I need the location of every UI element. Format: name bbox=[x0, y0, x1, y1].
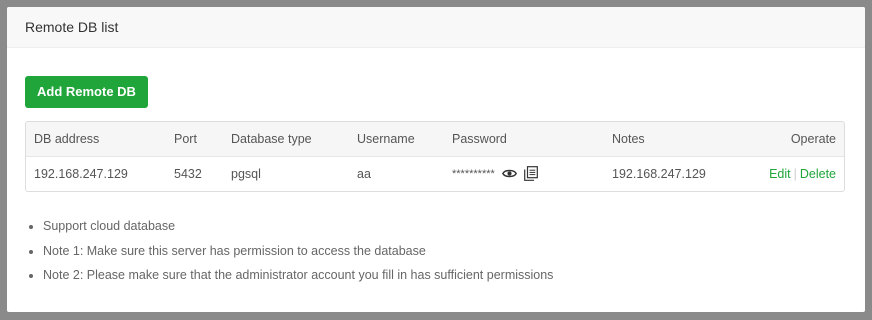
cell-port: 5432 bbox=[174, 166, 202, 181]
col-port: Port bbox=[166, 122, 223, 157]
col-operate: Operate bbox=[734, 122, 844, 157]
cell-db-type: pgsql bbox=[231, 166, 261, 181]
cell-db-address: 192.168.247.129 bbox=[34, 166, 128, 181]
operate-separator: | bbox=[793, 166, 797, 181]
table-row: 192.168.247.129 5432 pgsql aa ********** bbox=[26, 156, 844, 191]
notes-list: Support cloud database Note 1: Make sure… bbox=[25, 214, 847, 288]
col-db-address: DB address bbox=[26, 122, 166, 157]
table-header-row: DB address Port Database type Username P… bbox=[26, 122, 844, 157]
copy-icon[interactable] bbox=[523, 166, 538, 182]
col-notes: Notes bbox=[604, 122, 734, 157]
remote-db-table: DB address Port Database type Username P… bbox=[25, 121, 845, 192]
delete-link[interactable]: Delete bbox=[800, 167, 836, 181]
add-remote-db-button[interactable]: Add Remote DB bbox=[25, 76, 148, 108]
dialog-title: Remote DB list bbox=[25, 19, 119, 35]
cell-password: ********** bbox=[444, 156, 604, 191]
col-db-type: Database type bbox=[223, 122, 349, 157]
cell-username: aa bbox=[357, 166, 371, 181]
cell-notes: 192.168.247.129 bbox=[612, 166, 706, 181]
col-password: Password bbox=[444, 122, 604, 157]
list-item: Note 1: Make sure this server has permis… bbox=[43, 239, 847, 264]
list-item: Support cloud database bbox=[43, 214, 847, 239]
edit-link[interactable]: Edit bbox=[769, 167, 791, 181]
dialog-header: Remote DB list bbox=[7, 7, 865, 48]
list-item: Note 2: Please make sure that the admini… bbox=[43, 263, 847, 288]
dialog-body: Add Remote DB DB address Port Database t… bbox=[7, 48, 865, 288]
remote-db-dialog: Remote DB list Add Remote DB DB address bbox=[7, 7, 865, 312]
eye-icon[interactable] bbox=[501, 168, 517, 179]
col-username: Username bbox=[349, 122, 444, 157]
cell-operate: Edit | Delete bbox=[734, 156, 844, 191]
password-mask: ********** bbox=[452, 167, 495, 180]
